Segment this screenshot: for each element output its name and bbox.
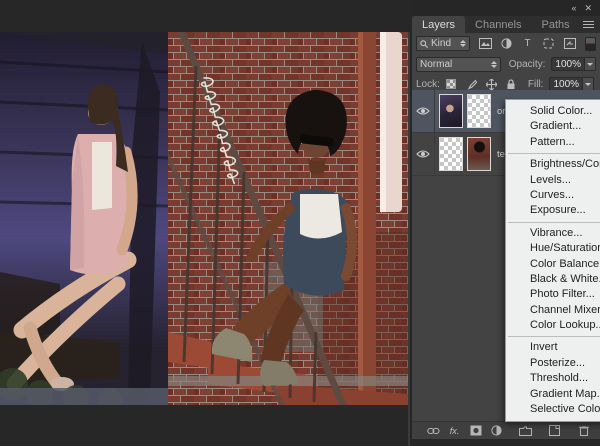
fill-label: Fill: — [528, 79, 544, 90]
panel-bottom-strip — [412, 439, 600, 446]
filter-type-buttons: T — [478, 37, 596, 51]
tab-channels[interactable]: Channels — [465, 16, 531, 33]
fill-control: 100% — [549, 77, 594, 91]
fill-dropdown-icon[interactable] — [583, 77, 594, 91]
stepper-icon — [491, 61, 497, 68]
menu-item-exposure[interactable]: Exposure... — [506, 203, 600, 218]
photo-right-art — [168, 32, 408, 405]
menu-item-gradient[interactable]: Gradient... — [506, 119, 600, 134]
filter-type-layers-icon[interactable]: T — [520, 37, 535, 51]
new-group-folder-icon[interactable] — [518, 424, 533, 437]
menu-separator — [508, 153, 600, 154]
fill-value[interactable]: 100% — [549, 77, 583, 91]
menu-item-hue-saturation[interactable]: Hue/Saturation... — [506, 241, 600, 256]
layer-thumbnail[interactable] — [439, 94, 463, 128]
menu-separator — [508, 222, 600, 223]
eye-icon — [416, 106, 430, 116]
menu-separator — [508, 336, 600, 337]
layer-visibility-cell[interactable] — [412, 90, 435, 132]
tab-layers[interactable]: Layers — [412, 16, 465, 33]
menu-item-color-balance[interactable]: Color Balance... — [506, 257, 600, 272]
layer-filter-row: Kind T — [412, 33, 600, 54]
menu-item-curves[interactable]: Curves... — [506, 188, 600, 203]
opacity-dropdown-icon[interactable] — [585, 57, 596, 71]
layers-panel-bottom-bar: fx. — [412, 421, 600, 439]
lock-label: Lock: — [416, 79, 440, 90]
eye-icon — [416, 149, 430, 159]
menu-item-threshold[interactable]: Threshold... — [506, 371, 600, 386]
filter-pixel-layers-icon[interactable] — [478, 37, 493, 51]
filter-shape-layers-icon[interactable] — [541, 37, 556, 51]
layer-style-fx-icon[interactable]: fx. — [447, 424, 462, 437]
canvas-photo-left — [0, 32, 168, 405]
menu-item-channel-mixer[interactable]: Channel Mixer... — [506, 303, 600, 318]
filter-kind-dropdown[interactable]: Kind — [416, 36, 470, 51]
menu-item-invert[interactable]: Invert — [506, 340, 600, 355]
layer-visibility-cell[interactable] — [412, 133, 435, 175]
opacity-value[interactable]: 100% — [551, 57, 585, 71]
lock-all-padlock-icon[interactable] — [505, 78, 518, 91]
filter-adjustment-layers-icon[interactable] — [499, 37, 514, 51]
blend-mode-value: Normal — [420, 59, 452, 70]
menu-item-black-and-white[interactable]: Black & White... — [506, 272, 600, 287]
menu-item-solid-color[interactable]: Solid Color... — [506, 104, 600, 119]
new-adjustment-layer-icon[interactable] — [489, 424, 504, 437]
new-adjustment-layer-menu: Solid Color... Gradient... Pattern... Br… — [505, 99, 600, 422]
opacity-control: 100% — [551, 57, 596, 71]
search-icon — [420, 40, 428, 48]
collapse-panel-icon[interactable]: « — [571, 4, 576, 13]
filter-kind-label: Kind — [431, 38, 451, 49]
canvas-right-edge — [408, 32, 410, 446]
type-T-glyph: T — [524, 38, 530, 49]
layer-mask-thumbnail[interactable] — [467, 94, 491, 128]
canvas-photo-right — [168, 32, 408, 405]
menu-item-pattern[interactable]: Pattern... — [506, 135, 600, 150]
menu-item-levels[interactable]: Levels... — [506, 173, 600, 188]
delete-layer-trash-icon[interactable] — [576, 424, 591, 437]
layer-mask-thumbnail[interactable] — [439, 137, 463, 171]
document-canvas[interactable] — [0, 0, 412, 446]
panel-header-bar: « ✕ — [412, 0, 600, 16]
menu-item-selective-color[interactable]: Selective Color... — [506, 402, 600, 417]
menu-item-posterize[interactable]: Posterize... — [506, 356, 600, 371]
link-layers-icon[interactable] — [426, 424, 441, 437]
menu-item-vibrance[interactable]: Vibrance... — [506, 226, 600, 241]
photoshop-window: « ✕ Layers Channels Paths Kind — [0, 0, 600, 446]
lock-buttons — [445, 78, 518, 91]
blend-mode-dropdown[interactable]: Normal — [416, 57, 501, 72]
panel-menu-hamburger-icon[interactable] — [583, 21, 594, 33]
add-layer-mask-icon[interactable] — [468, 424, 483, 437]
lock-position-move-icon[interactable] — [485, 78, 498, 91]
panel-tab-bar: Layers Channels Paths — [412, 16, 600, 33]
lock-transparency-icon[interactable] — [445, 78, 458, 91]
layer-thumbnail[interactable] — [467, 137, 491, 171]
menu-item-photo-filter[interactable]: Photo Filter... — [506, 287, 600, 302]
menu-item-color-lookup[interactable]: Color Lookup... — [506, 318, 600, 333]
stepper-icon — [460, 40, 466, 47]
tab-paths[interactable]: Paths — [532, 16, 580, 33]
photo-left-art — [0, 32, 168, 405]
blend-mode-row: Normal Opacity: 100% — [412, 54, 600, 74]
new-layer-icon[interactable] — [547, 424, 562, 437]
filter-on-off-toggle[interactable] — [585, 37, 596, 51]
lock-image-brush-icon[interactable] — [465, 78, 478, 91]
filter-smart-object-icon[interactable] — [562, 37, 577, 51]
close-panel-icon[interactable]: ✕ — [584, 4, 592, 13]
menu-item-gradient-map[interactable]: Gradient Map... — [506, 387, 600, 402]
opacity-label: Opacity: — [509, 59, 546, 70]
menu-item-brightness-contrast[interactable]: Brightness/Contrast... — [506, 157, 600, 172]
fx-glyph: fx. — [450, 426, 460, 436]
